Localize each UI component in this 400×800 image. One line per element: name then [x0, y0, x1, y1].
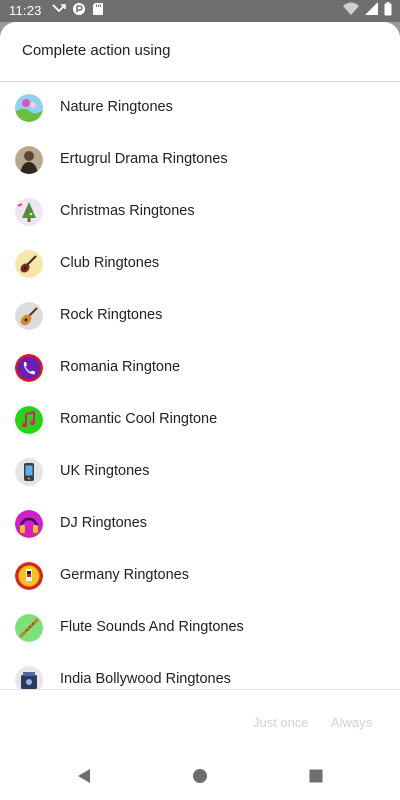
button-bar-divider	[0, 689, 400, 690]
list-item-dj-ringtones[interactable]: DJ Ringtones	[0, 498, 400, 550]
status-icons-right	[343, 1, 392, 21]
phone-app-icon	[15, 354, 43, 382]
list-item-rock-ringtones[interactable]: Rock Ringtones	[0, 290, 400, 342]
recents-icon[interactable]	[308, 768, 324, 784]
app-label: Flute Sounds And Ringtones	[60, 619, 244, 635]
flute-app-icon	[15, 614, 43, 642]
app-label: Club Ringtones	[60, 255, 160, 271]
battery-icon	[384, 1, 392, 21]
home-icon[interactable]	[192, 768, 208, 784]
wifi-icon	[343, 2, 359, 20]
app-label: Romantic Cool Ringtone	[60, 411, 218, 427]
ertugrul-app-icon	[15, 146, 43, 174]
app-label: DJ Ringtones	[60, 515, 148, 531]
navigation-bar	[0, 748, 400, 800]
app-list[interactable]: Nature Ringtones Ertugrul Drama Ringtone…	[0, 82, 400, 689]
bollywood-app-icon	[15, 666, 43, 689]
just-once-button[interactable]: Just once	[253, 715, 309, 730]
guitar-app-icon	[15, 250, 43, 278]
list-item-nature-ringtones[interactable]: Nature Ringtones	[0, 82, 400, 134]
app-label: India Bollywood Ringtones	[60, 671, 231, 687]
list-item-romania-ringtone[interactable]: Romania Ringtone	[0, 342, 400, 394]
always-button[interactable]: Always	[331, 715, 372, 730]
list-item-romantic-cool-ringtone[interactable]: Romantic Cool Ringtone	[0, 394, 400, 446]
list-item-india-bollywood-ringtones[interactable]: India Bollywood Ringtones	[0, 654, 400, 689]
flag-app-icon	[15, 562, 43, 590]
list-item-ertugrul-drama-ringtones[interactable]: Ertugrul Drama Ringtones	[0, 134, 400, 186]
list-item-christmas-ringtones[interactable]: Christmas Ringtones	[0, 186, 400, 238]
app-label: Ertugrul Drama Ringtones	[60, 151, 228, 167]
headphones-app-icon	[15, 510, 43, 538]
app-label: Nature Ringtones	[60, 99, 173, 115]
list-item-club-ringtones[interactable]: Club Ringtones	[0, 238, 400, 290]
sd-card-icon	[92, 2, 104, 21]
back-icon[interactable]	[76, 768, 92, 784]
missed-call-icon	[52, 2, 66, 21]
signal-icon	[365, 2, 378, 20]
list-item-uk-ringtones[interactable]: UK Ringtones	[0, 446, 400, 498]
sync-icon	[72, 2, 86, 21]
nature-app-icon	[15, 94, 43, 122]
status-icons-left	[52, 2, 104, 21]
app-label: Germany Ringtones	[60, 567, 189, 583]
status-bar: 11:23	[0, 0, 400, 22]
app-label: Romania Ringtone	[60, 359, 181, 375]
christmas-tree-app-icon	[15, 198, 43, 226]
status-time: 11:23	[9, 3, 42, 18]
mobile-phone-app-icon	[15, 458, 43, 486]
app-label: Rock Ringtones	[60, 307, 163, 323]
list-item-germany-ringtones[interactable]: Germany Ringtones	[0, 550, 400, 602]
list-item-flute-sounds-and-ringtones[interactable]: Flute Sounds And Ringtones	[0, 602, 400, 654]
dialog-title: Complete action using	[22, 42, 171, 59]
resolver-dialog: Complete action using Nature Ringtones E…	[0, 22, 400, 800]
app-label: UK Ringtones	[60, 463, 150, 479]
music-note-app-icon	[15, 406, 43, 434]
app-label: Christmas Ringtones	[60, 203, 195, 219]
rock-guitar-app-icon	[15, 302, 43, 330]
